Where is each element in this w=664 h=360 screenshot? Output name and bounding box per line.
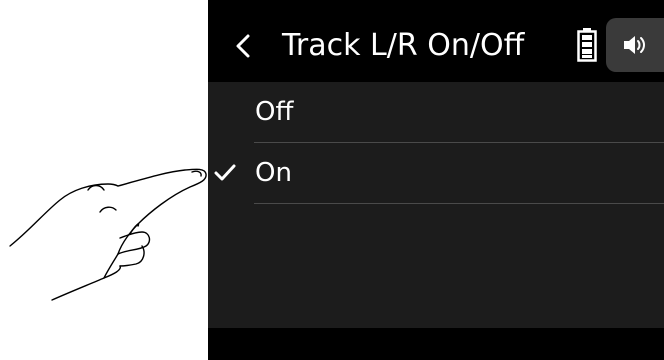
bottom-bar — [208, 328, 664, 360]
speaker-button[interactable] — [606, 18, 664, 72]
screen-stage: Track L/R On/Off Off On — [0, 0, 664, 360]
chevron-left-icon — [236, 34, 250, 58]
pointing-hand-illustration — [9, 168, 207, 301]
title-bar: Track L/R On/Off — [208, 0, 664, 82]
speaker-icon — [624, 36, 645, 54]
page-title: Track L/R On/Off — [282, 28, 525, 63]
back-button[interactable] — [228, 26, 258, 66]
options-list: Off On — [208, 82, 664, 328]
battery-icon — [577, 28, 597, 62]
option-label: Off — [255, 97, 294, 127]
option-label: On — [255, 158, 292, 188]
checkmark-icon — [214, 164, 236, 181]
option-off[interactable]: Off — [254, 82, 664, 143]
device-display: Track L/R On/Off Off On — [208, 0, 664, 360]
option-on[interactable]: On — [214, 143, 664, 204]
